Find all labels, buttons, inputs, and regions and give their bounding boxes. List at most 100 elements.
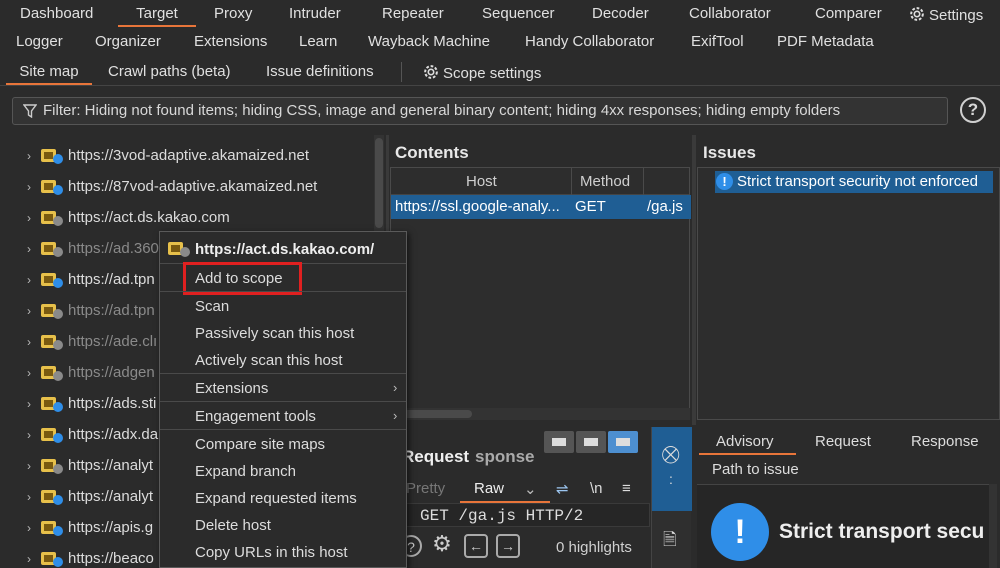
split-horizontal-button[interactable] <box>576 431 606 453</box>
menu-item-scan[interactable]: Scan <box>195 298 229 315</box>
tab-learn[interactable]: Learn <box>299 33 337 50</box>
tab-advisory-response[interactable]: Response <box>911 433 979 450</box>
highlights-count: 0 highlights <box>556 539 632 556</box>
menu-item-expand-branch[interactable]: Expand branch <box>195 463 296 480</box>
tab-exiftool[interactable]: ExifTool <box>691 33 744 50</box>
newline-toggle[interactable]: \n <box>590 480 603 497</box>
scope-settings-button[interactable]: Scope settings <box>422 63 541 82</box>
issue-item[interactable]: ! Strict transport security not enforced <box>715 171 993 193</box>
gear-icon <box>424 65 438 79</box>
tab-pdf-metadata[interactable]: PDF Metadata <box>777 33 874 50</box>
chevron-right-icon[interactable]: › <box>27 242 31 256</box>
table-row[interactable]: https://ssl.google-analy... GET /ga.js <box>391 195 691 219</box>
main-tabs-row2: Logger Organizer Extensions Learn Waybac… <box>0 28 1000 56</box>
tree-item-label: https://adgen <box>68 364 155 381</box>
tab-decoder[interactable]: Decoder <box>592 5 649 22</box>
contents-header: Host Method <box>391 168 689 195</box>
wrap-icon[interactable]: ⇌ <box>556 480 569 498</box>
tab-logger[interactable]: Logger <box>16 33 63 50</box>
chevron-right-icon[interactable]: › <box>27 552 31 566</box>
contents-title: Contents <box>395 143 469 162</box>
issues-panel: ! Strict transport security not enforced <box>697 167 1000 420</box>
chevron-right-icon[interactable]: › <box>27 273 31 287</box>
context-menu-title: https://act.ds.kakao.com/ <box>195 241 375 258</box>
chevron-right-icon[interactable]: › <box>27 366 31 380</box>
menu-item-active-scan[interactable]: Actively scan this host <box>195 352 343 369</box>
menu-item-passive-scan[interactable]: Passively scan this host <box>195 325 354 342</box>
menu-item-engagement-tools[interactable]: Engagement tools <box>195 408 316 425</box>
tab-settings[interactable]: Settings <box>908 5 983 24</box>
back-button[interactable]: ← <box>464 534 488 558</box>
column-host[interactable]: Host <box>466 173 497 190</box>
tree-item[interactable]: › https://3vod-adaptive.akamaized.net <box>0 141 380 172</box>
forward-button[interactable]: → <box>496 534 520 558</box>
tab-crawl-paths[interactable]: Crawl paths (beta) <box>108 63 231 80</box>
request-line: GET /ga.js HTTP/2 <box>420 507 584 525</box>
host-icon <box>41 428 63 443</box>
tree-item[interactable]: › https://act.ds.kakao.com <box>0 203 380 234</box>
chevron-right-icon[interactable]: › <box>27 180 31 194</box>
column-method[interactable]: Method <box>580 173 630 190</box>
tab-sequencer[interactable]: Sequencer <box>482 5 555 22</box>
response-tab[interactable]: sponse <box>475 447 535 467</box>
tree-item-label: https://ad.tpn <box>68 271 155 288</box>
chevron-right-icon[interactable]: › <box>27 428 31 442</box>
menu-item-compare-site-maps[interactable]: Compare site maps <box>195 436 325 453</box>
chevron-right-icon[interactable]: › <box>27 521 31 535</box>
chevron-right-icon[interactable]: › <box>27 397 31 411</box>
menu-icon[interactable]: ≡ <box>622 480 631 497</box>
panel-divider[interactable] <box>692 135 696 425</box>
single-view-button[interactable] <box>608 431 638 453</box>
chevron-down-icon[interactable]: ⌄ <box>524 480 537 498</box>
chevron-right-icon[interactable]: › <box>27 459 31 473</box>
chevron-right-icon[interactable]: › <box>27 335 31 349</box>
menu-item-expand-requested[interactable]: Expand requested items <box>195 490 357 507</box>
tree-scrollbar-thumb[interactable] <box>375 138 383 228</box>
advisory-scrollbar[interactable] <box>989 484 997 568</box>
tab-issue-definitions[interactable]: Issue definitions <box>266 63 374 80</box>
tab-organizer[interactable]: Organizer <box>95 33 161 50</box>
host-icon <box>41 490 63 505</box>
tab-extensions[interactable]: Extensions <box>194 33 267 50</box>
tab-advisory[interactable]: Advisory <box>716 433 774 450</box>
filter-text: Filter: Hiding not found items; hiding C… <box>43 102 841 119</box>
tab-advisory-request[interactable]: Request <box>815 433 871 450</box>
tab-intruder[interactable]: Intruder <box>289 5 341 22</box>
chevron-right-icon[interactable]: › <box>27 211 31 225</box>
tab-repeater[interactable]: Repeater <box>382 5 444 22</box>
chevron-right-icon[interactable]: › <box>27 490 31 504</box>
gear-icon[interactable]: ⚙ <box>430 533 454 558</box>
path-to-issue-tab[interactable]: Path to issue <box>712 461 799 478</box>
document-icon[interactable]: 🗎 <box>663 527 677 556</box>
tab-collaborator[interactable]: Collaborator <box>689 5 771 22</box>
host-icon <box>41 242 63 257</box>
cell-method: GET <box>575 198 606 215</box>
request-tab[interactable]: Request <box>402 447 469 467</box>
tree-item[interactable]: › https://87vod-adaptive.akamaized.net <box>0 172 380 203</box>
menu-separator <box>160 291 406 292</box>
split-vertical-button[interactable] <box>544 431 574 453</box>
menu-item-delete-host[interactable]: Delete host <box>195 517 271 534</box>
tab-comparer[interactable]: Comparer <box>815 5 882 22</box>
chevron-right-icon[interactable]: › <box>27 304 31 318</box>
more-icon: : <box>669 471 673 487</box>
host-icon <box>41 397 63 412</box>
host-icon <box>41 521 63 536</box>
tab-proxy[interactable]: Proxy <box>214 5 252 22</box>
menu-item-copy-urls[interactable]: Copy URLs in this host <box>195 544 348 561</box>
tab-pretty[interactable]: Pretty <box>406 480 445 497</box>
settings-label: Settings <box>929 7 984 24</box>
tab-dashboard[interactable]: Dashboard <box>20 5 93 22</box>
tab-site-map[interactable]: Site map <box>6 63 92 85</box>
help-icon[interactable]: ? <box>960 97 986 123</box>
tab-raw[interactable]: Raw <box>474 480 504 497</box>
tab-wayback-machine[interactable]: Wayback Machine <box>368 33 490 50</box>
request-editor[interactable]: GET /ga.js HTTP/2 <box>405 503 650 527</box>
advisory-tab-indicator <box>699 453 796 455</box>
chevron-right-icon[interactable]: › <box>27 149 31 163</box>
tab-handy-collaborator[interactable]: Handy Collaborator <box>525 33 654 50</box>
tab-target[interactable]: Target <box>118 5 196 27</box>
inspector-tab[interactable]: ⛒ : <box>652 427 692 511</box>
filter-bar[interactable]: Filter: Hiding not found items; hiding C… <box>12 97 948 125</box>
menu-item-extensions[interactable]: Extensions <box>195 380 268 397</box>
